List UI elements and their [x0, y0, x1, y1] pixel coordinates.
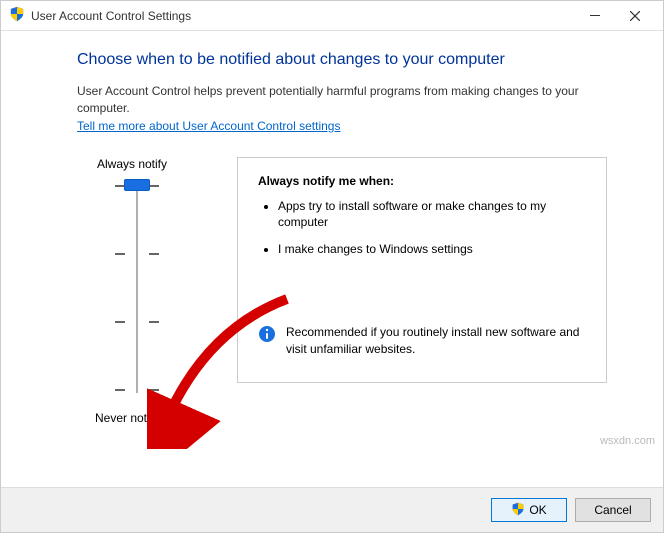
slider-area: Always notify Never notify Always notify…	[77, 157, 633, 425]
detail-bullet: I make changes to Windows settings	[278, 241, 586, 258]
window-title: User Account Control Settings	[31, 9, 191, 23]
detail-bullets: Apps try to install software or make cha…	[258, 198, 586, 258]
close-icon	[630, 11, 640, 21]
titlebar: User Account Control Settings	[1, 1, 663, 31]
slider-track	[136, 185, 138, 393]
shield-icon	[9, 6, 25, 25]
close-button[interactable]	[615, 2, 655, 30]
cancel-button-label: Cancel	[594, 503, 631, 517]
minimize-icon	[590, 11, 600, 21]
slider-column: Always notify Never notify	[77, 157, 197, 425]
info-icon	[258, 325, 276, 343]
cancel-button[interactable]: Cancel	[575, 498, 651, 522]
slider-thumb[interactable]	[124, 179, 150, 191]
detail-title: Always notify me when:	[258, 174, 586, 188]
detail-bullet: Apps try to install software or make cha…	[278, 198, 586, 232]
page-description: User Account Control helps prevent poten…	[77, 83, 633, 117]
page-heading: Choose when to be notified about changes…	[77, 51, 633, 69]
footer: OK Cancel	[1, 487, 663, 532]
info-text: Recommended if you routinely install new…	[286, 324, 586, 358]
slider-tick	[107, 253, 167, 254]
ok-button-label: OK	[529, 503, 546, 517]
ok-button[interactable]: OK	[491, 498, 567, 522]
slider-tick	[107, 321, 167, 322]
uac-settings-window: User Account Control Settings Choose whe…	[0, 0, 664, 533]
shield-icon	[511, 502, 525, 519]
learn-more-link[interactable]: Tell me more about User Account Control …	[77, 119, 340, 133]
minimize-button[interactable]	[575, 2, 615, 30]
info-row: Recommended if you routinely install new…	[258, 324, 586, 358]
slider-bottom-label: Never notify	[57, 411, 197, 425]
content-area: Choose when to be notified about changes…	[1, 31, 663, 487]
slider-tick	[107, 389, 167, 390]
slider-top-label: Always notify	[67, 157, 197, 171]
notification-slider[interactable]	[107, 179, 167, 399]
watermark: wsxdn.com	[600, 435, 655, 447]
detail-panel: Always notify me when: Apps try to insta…	[237, 157, 607, 383]
